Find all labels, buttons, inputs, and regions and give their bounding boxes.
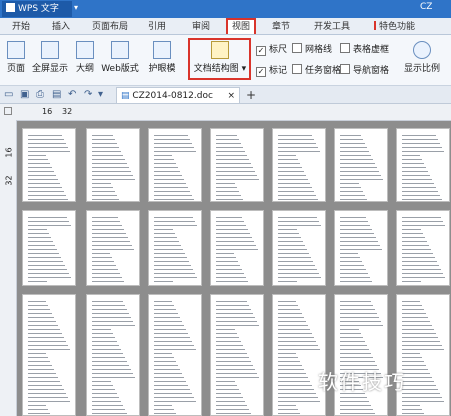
doc-icon: ▤ [121, 91, 133, 101]
table-gridlines-label: 表格虚框 [353, 45, 390, 55]
task-pane-label: 任务窗格 [305, 66, 342, 76]
open-folder-icon[interactable]: ▭ [4, 89, 13, 100]
tab-developer[interactable]: 开发工具 [314, 20, 350, 34]
page-thumbnail[interactable] [22, 210, 76, 286]
fullscreen-button[interactable]: 全屏显示 [30, 41, 70, 74]
page-thumbnail[interactable] [86, 294, 140, 416]
eye-protection-label: 护眼模 [148, 64, 176, 74]
fullscreen-icon [41, 41, 59, 59]
ruler-corner-icon [4, 107, 12, 115]
tab-review[interactable]: 审阅 [192, 20, 210, 34]
gridlines-label: 网格线 [305, 45, 333, 55]
zoom-button[interactable]: 显示比例 [402, 41, 442, 74]
outline-button[interactable]: 大纲 [72, 41, 98, 74]
save-icon[interactable]: ▣ [20, 89, 29, 100]
page-thumbnail[interactable] [22, 294, 76, 416]
page-thumbnail[interactable] [272, 294, 326, 416]
web-layout-button[interactable]: Web版式 [100, 41, 140, 74]
page-thumbnail[interactable] [396, 294, 450, 416]
app-menu-button[interactable]: WPS 文字 [2, 1, 72, 17]
ruler-checkbox[interactable]: ✓ 标尺 [256, 42, 287, 56]
outline-icon [76, 41, 94, 59]
outline-label: 大纲 [75, 64, 94, 74]
page-thumbnail[interactable] [396, 210, 450, 286]
highlight-box [188, 38, 251, 80]
app-name: WPS 文字 [18, 4, 59, 14]
page-thumbnail[interactable] [86, 128, 140, 202]
document-tab[interactable]: ▤ CZ2014-0812.doc × [116, 87, 240, 103]
page-thumbnail[interactable] [148, 210, 202, 286]
checkbox-icon [340, 64, 350, 74]
document-tab-name: CZ2014-0812.doc [132, 91, 213, 101]
fullscreen-label: 全屏显示 [31, 64, 68, 74]
zoom-label: 显示比例 [403, 64, 440, 74]
tab-special[interactable]: 特色功能 [374, 20, 415, 34]
ruler-tick-label: 16 [4, 147, 14, 158]
tab-view[interactable]: 视图 [226, 18, 257, 34]
page-view-button[interactable]: 页面 [4, 41, 28, 74]
nav-pane-checkbox[interactable]: 导航窗格 [340, 63, 389, 76]
page-thumbnail[interactable] [86, 210, 140, 286]
page-thumbnail[interactable] [210, 128, 264, 202]
page-thumbnail[interactable] [210, 210, 264, 286]
checkbox-icon [292, 64, 302, 74]
eye-icon [153, 41, 171, 59]
tab-page-layout[interactable]: 页面布局 [92, 20, 128, 34]
redo-icon[interactable]: ↷ [84, 89, 92, 100]
ruler-tick-label: 32 [62, 107, 73, 116]
gridlines-checkbox[interactable]: 网格线 [292, 42, 332, 55]
tab-start[interactable]: 开始 [12, 20, 30, 34]
title-bar: WPS 文字 ▾ CZ [0, 0, 451, 18]
web-layout-icon [111, 41, 129, 59]
tab-special-label: 特色功能 [379, 22, 416, 32]
checkbox-icon [292, 43, 302, 53]
print-icon[interactable]: ⎙ [36, 89, 44, 100]
ruler-tick-label: 32 [4, 175, 14, 186]
window-title: CZ [420, 2, 433, 12]
page-thumbnail[interactable] [272, 210, 326, 286]
preview-icon[interactable]: ▤ [52, 89, 61, 100]
tab-section[interactable]: 章节 [272, 20, 290, 34]
nav-pane-label: 导航窗格 [353, 66, 390, 76]
page-thumbnail[interactable] [148, 294, 202, 416]
page-thumbnail[interactable] [210, 294, 264, 416]
magnifier-icon [413, 41, 431, 59]
ruler-label: 标尺 [269, 45, 288, 55]
marker-icon [374, 21, 376, 30]
tab-references[interactable]: 引用 [148, 20, 166, 34]
page-thumbnail[interactable] [272, 128, 326, 202]
task-pane-checkbox[interactable]: 任务窗格 [292, 63, 341, 76]
eye-protection-button[interactable]: 护眼模 [142, 41, 182, 74]
page-thumbnail[interactable] [334, 294, 388, 416]
close-icon[interactable]: × [227, 88, 235, 104]
page-icon [7, 41, 25, 59]
page-thumbnail[interactable] [396, 128, 450, 202]
watermark: 软件技巧 [318, 370, 406, 394]
checkbox-checked-icon: ✓ [256, 67, 266, 77]
ruler-tick-label: 16 [42, 107, 53, 116]
checkbox-icon [340, 43, 350, 53]
chevron-down-icon[interactable]: ▾ [74, 3, 84, 15]
tab-insert[interactable]: 插入 [52, 20, 70, 34]
page-view-label: 页面 [6, 64, 25, 74]
markup-label: 标记 [269, 66, 288, 76]
page-thumbnail[interactable] [334, 128, 388, 202]
web-layout-label: Web版式 [101, 64, 139, 74]
menu-tab-bar: 开始 插入 页面布局 引用 审阅 视图 章节 开发工具 特色功能 [0, 18, 451, 35]
markup-checkbox[interactable]: ✓ 标记 [256, 63, 287, 77]
page-thumbnail[interactable] [22, 128, 76, 202]
table-gridlines-checkbox[interactable]: 表格虚框 [340, 42, 389, 55]
vertical-ruler[interactable]: 16 32 [0, 120, 17, 416]
add-tab-button[interactable]: + [246, 88, 256, 102]
chevron-down-icon[interactable]: ▾ [98, 89, 103, 100]
wps-logo-icon [6, 3, 15, 12]
horizontal-ruler[interactable]: 16 32 [0, 104, 451, 121]
undo-icon[interactable]: ↶ [68, 89, 76, 100]
page-thumbnail[interactable] [334, 210, 388, 286]
page-thumbnail[interactable] [148, 128, 202, 202]
checkbox-checked-icon: ✓ [256, 46, 266, 56]
